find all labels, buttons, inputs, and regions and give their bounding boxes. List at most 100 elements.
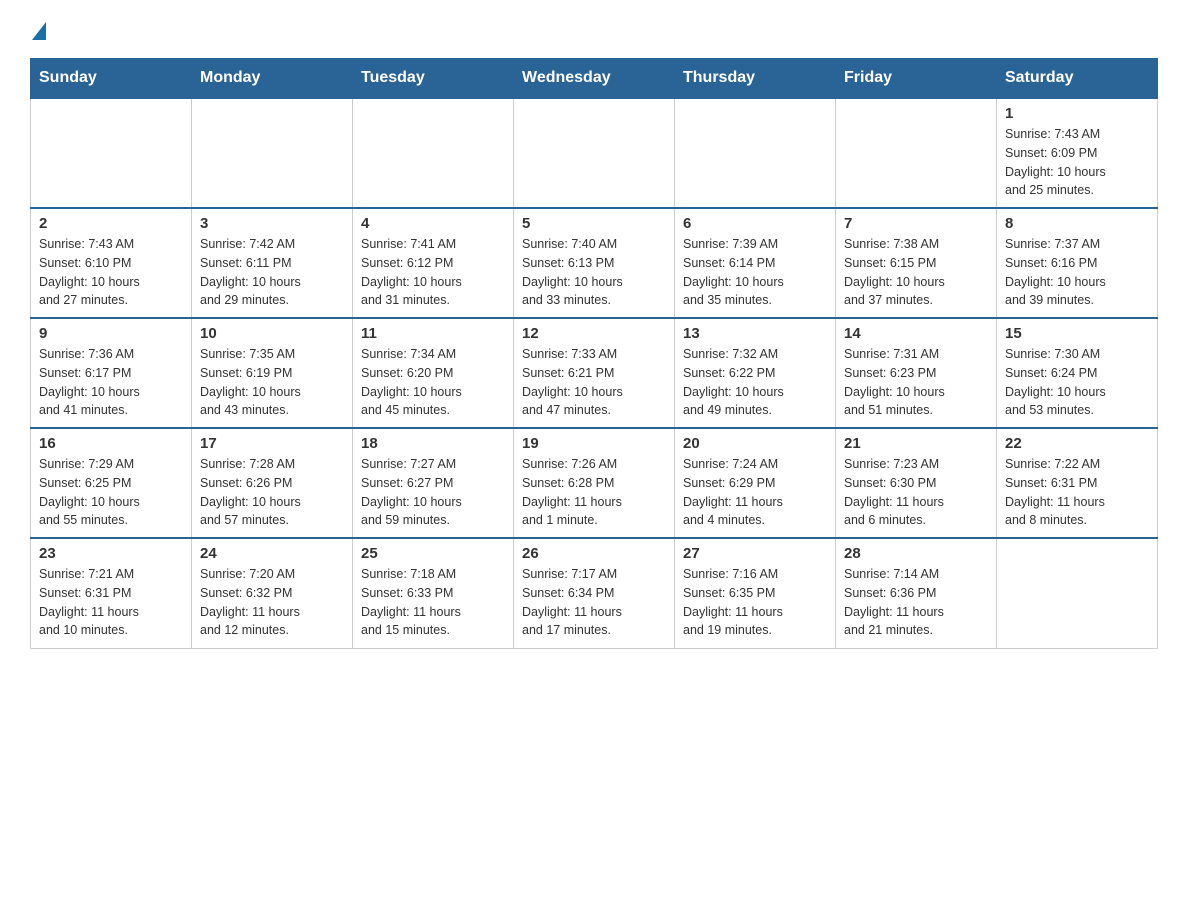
day-number: 19 — [522, 435, 666, 452]
day-number: 6 — [683, 215, 827, 232]
day-info: Sunrise: 7:33 AM Sunset: 6:21 PM Dayligh… — [522, 345, 666, 420]
calendar-cell: 4 Sunrise: 7:41 AM Sunset: 6:12 PM Daylig… — [353, 208, 514, 318]
day-number: 12 — [522, 325, 666, 342]
calendar-cell — [836, 98, 997, 208]
day-number: 4 — [361, 215, 505, 232]
calendar-cell: 12 Sunrise: 7:33 AM Sunset: 6:21 PM Dayli… — [514, 318, 675, 428]
day-number: 11 — [361, 325, 505, 342]
calendar-cell: 26 Sunrise: 7:17 AM Sunset: 6:34 PM Dayli… — [514, 538, 675, 648]
day-number: 5 — [522, 215, 666, 232]
weekday-header-sunday: Sunday — [31, 59, 192, 99]
day-info: Sunrise: 7:23 AM Sunset: 6:30 PM Dayligh… — [844, 455, 988, 530]
day-info: Sunrise: 7:21 AM Sunset: 6:31 PM Dayligh… — [39, 565, 183, 640]
day-info: Sunrise: 7:27 AM Sunset: 6:27 PM Dayligh… — [361, 455, 505, 530]
day-info: Sunrise: 7:14 AM Sunset: 6:36 PM Dayligh… — [844, 565, 988, 640]
day-number: 3 — [200, 215, 344, 232]
calendar-cell: 23 Sunrise: 7:21 AM Sunset: 6:31 PM Dayli… — [31, 538, 192, 648]
calendar-cell: 7 Sunrise: 7:38 AM Sunset: 6:15 PM Daylig… — [836, 208, 997, 318]
weekday-header-tuesday: Tuesday — [353, 59, 514, 99]
calendar-cell: 11 Sunrise: 7:34 AM Sunset: 6:20 PM Dayli… — [353, 318, 514, 428]
day-number: 7 — [844, 215, 988, 232]
day-info: Sunrise: 7:41 AM Sunset: 6:12 PM Dayligh… — [361, 235, 505, 310]
day-number: 25 — [361, 545, 505, 562]
day-info: Sunrise: 7:38 AM Sunset: 6:15 PM Dayligh… — [844, 235, 988, 310]
calendar-cell — [675, 98, 836, 208]
day-number: 17 — [200, 435, 344, 452]
calendar-cell: 25 Sunrise: 7:18 AM Sunset: 6:33 PM Dayli… — [353, 538, 514, 648]
day-number: 13 — [683, 325, 827, 342]
day-info: Sunrise: 7:37 AM Sunset: 6:16 PM Dayligh… — [1005, 235, 1149, 310]
calendar-header-row: SundayMondayTuesdayWednesdayThursdayFrid… — [31, 59, 1158, 99]
day-info: Sunrise: 7:26 AM Sunset: 6:28 PM Dayligh… — [522, 455, 666, 530]
calendar-cell: 24Sunrise: 7:20 AM Sunset: 6:32 PM Dayli… — [192, 538, 353, 648]
day-number: 26 — [522, 545, 666, 562]
calendar-cell: 6 Sunrise: 7:39 AM Sunset: 6:14 PM Daylig… — [675, 208, 836, 318]
day-info: Sunrise: 7:16 AM Sunset: 6:35 PM Dayligh… — [683, 565, 827, 640]
day-info: Sunrise: 7:42 AM Sunset: 6:11 PM Dayligh… — [200, 235, 344, 310]
weekday-header-saturday: Saturday — [997, 59, 1158, 99]
calendar-week-row: 2 Sunrise: 7:43 AM Sunset: 6:10 PM Daylig… — [31, 208, 1158, 318]
weekday-header-wednesday: Wednesday — [514, 59, 675, 99]
calendar-cell — [31, 98, 192, 208]
page-header — [30, 20, 1158, 38]
day-info: Sunrise: 7:24 AM Sunset: 6:29 PM Dayligh… — [683, 455, 827, 530]
calendar-cell — [997, 538, 1158, 648]
calendar-cell: 27 Sunrise: 7:16 AM Sunset: 6:35 PM Dayli… — [675, 538, 836, 648]
day-info: Sunrise: 7:40 AM Sunset: 6:13 PM Dayligh… — [522, 235, 666, 310]
day-info: Sunrise: 7:29 AM Sunset: 6:25 PM Dayligh… — [39, 455, 183, 530]
calendar-cell: 22 Sunrise: 7:22 AM Sunset: 6:31 PM Dayli… — [997, 428, 1158, 538]
day-info: Sunrise: 7:17 AM Sunset: 6:34 PM Dayligh… — [522, 565, 666, 640]
calendar-cell: 17 Sunrise: 7:28 AM Sunset: 6:26 PM Dayli… — [192, 428, 353, 538]
day-number: 24 — [200, 545, 344, 562]
day-info: Sunrise: 7:43 AM Sunset: 6:09 PM Dayligh… — [1005, 125, 1149, 200]
calendar-week-row: 1 Sunrise: 7:43 AM Sunset: 6:09 PM Daylig… — [31, 98, 1158, 208]
calendar-cell: 15 Sunrise: 7:30 AM Sunset: 6:24 PM Dayli… — [997, 318, 1158, 428]
day-info: Sunrise: 7:32 AM Sunset: 6:22 PM Dayligh… — [683, 345, 827, 420]
day-info: Sunrise: 7:22 AM Sunset: 6:31 PM Dayligh… — [1005, 455, 1149, 530]
calendar-cell: 10 Sunrise: 7:35 AM Sunset: 6:19 PM Dayli… — [192, 318, 353, 428]
logo — [30, 20, 48, 38]
day-number: 16 — [39, 435, 183, 452]
calendar-cell: 16 Sunrise: 7:29 AM Sunset: 6:25 PM Dayli… — [31, 428, 192, 538]
day-info: Sunrise: 7:18 AM Sunset: 6:33 PM Dayligh… — [361, 565, 505, 640]
calendar-cell: 28 Sunrise: 7:14 AM Sunset: 6:36 PM Dayli… — [836, 538, 997, 648]
calendar-cell: 14 Sunrise: 7:31 AM Sunset: 6:23 PM Dayli… — [836, 318, 997, 428]
calendar-cell: 13 Sunrise: 7:32 AM Sunset: 6:22 PM Dayli… — [675, 318, 836, 428]
calendar-cell — [514, 98, 675, 208]
day-info: Sunrise: 7:30 AM Sunset: 6:24 PM Dayligh… — [1005, 345, 1149, 420]
calendar-cell: 3 Sunrise: 7:42 AM Sunset: 6:11 PM Daylig… — [192, 208, 353, 318]
day-info: Sunrise: 7:28 AM Sunset: 6:26 PM Dayligh… — [200, 455, 344, 530]
calendar-cell: 18 Sunrise: 7:27 AM Sunset: 6:27 PM Dayli… — [353, 428, 514, 538]
calendar-cell: 8 Sunrise: 7:37 AM Sunset: 6:16 PM Daylig… — [997, 208, 1158, 318]
day-info: Sunrise: 7:34 AM Sunset: 6:20 PM Dayligh… — [361, 345, 505, 420]
day-number: 20 — [683, 435, 827, 452]
day-number: 23 — [39, 545, 183, 562]
calendar-week-row: 9Sunrise: 7:36 AM Sunset: 6:17 PM Daylig… — [31, 318, 1158, 428]
day-number: 8 — [1005, 215, 1149, 232]
day-number: 14 — [844, 325, 988, 342]
day-number: 10 — [200, 325, 344, 342]
day-number: 28 — [844, 545, 988, 562]
day-number: 2 — [39, 215, 183, 232]
day-number: 15 — [1005, 325, 1149, 342]
day-info: Sunrise: 7:31 AM Sunset: 6:23 PM Dayligh… — [844, 345, 988, 420]
day-number: 1 — [1005, 105, 1149, 122]
calendar-cell: 5 Sunrise: 7:40 AM Sunset: 6:13 PM Daylig… — [514, 208, 675, 318]
calendar-cell: 9Sunrise: 7:36 AM Sunset: 6:17 PM Daylig… — [31, 318, 192, 428]
day-info: Sunrise: 7:43 AM Sunset: 6:10 PM Dayligh… — [39, 235, 183, 310]
logo-triangle-icon — [32, 22, 46, 40]
day-number: 18 — [361, 435, 505, 452]
calendar-table: SundayMondayTuesdayWednesdayThursdayFrid… — [30, 58, 1158, 649]
weekday-header-monday: Monday — [192, 59, 353, 99]
day-number: 22 — [1005, 435, 1149, 452]
day-number: 21 — [844, 435, 988, 452]
calendar-cell: 20 Sunrise: 7:24 AM Sunset: 6:29 PM Dayli… — [675, 428, 836, 538]
calendar-cell: 21 Sunrise: 7:23 AM Sunset: 6:30 PM Dayli… — [836, 428, 997, 538]
calendar-cell: 19 Sunrise: 7:26 AM Sunset: 6:28 PM Dayli… — [514, 428, 675, 538]
day-info: Sunrise: 7:39 AM Sunset: 6:14 PM Dayligh… — [683, 235, 827, 310]
day-number: 27 — [683, 545, 827, 562]
weekday-header-friday: Friday — [836, 59, 997, 99]
calendar-cell — [353, 98, 514, 208]
day-info: Sunrise: 7:35 AM Sunset: 6:19 PM Dayligh… — [200, 345, 344, 420]
calendar-week-row: 23 Sunrise: 7:21 AM Sunset: 6:31 PM Dayli… — [31, 538, 1158, 648]
